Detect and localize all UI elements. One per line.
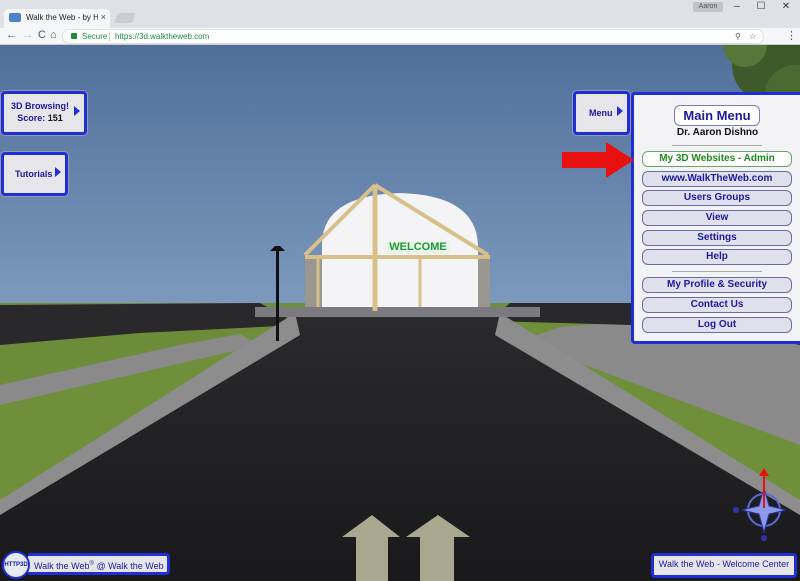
menu-item-view[interactable]: View xyxy=(642,210,792,226)
tutorials-button[interactable]: Tutorials xyxy=(1,152,68,196)
main-menu-panel: Main Menu Dr. Aaron Dishno My 3D Website… xyxy=(631,92,800,344)
menu-item-help[interactable]: Help xyxy=(642,249,792,265)
score-label: Score: xyxy=(17,113,46,123)
walk-the-web-link[interactable]: Walk the Web® @ Walk the Web xyxy=(28,553,170,575)
minimize-icon[interactable]: – xyxy=(727,1,747,12)
main-menu-title[interactable]: Main Menu xyxy=(674,105,760,126)
expand-arrow-icon xyxy=(617,106,623,116)
menu-divider xyxy=(672,145,762,146)
url-text[interactable]: https://3d.walktheweb.com xyxy=(115,30,209,43)
menu-item-users-groups[interactable]: Users Groups xyxy=(642,190,792,206)
home-icon[interactable]: ⌂ xyxy=(50,29,57,41)
score-panel[interactable]: 3D Browsing! Score: 151 xyxy=(1,91,87,135)
address-bar[interactable]: Secure https://3d.walktheweb.com ⚲ ☆ xyxy=(62,29,764,44)
tab-title: Walk the Web - by HTTP xyxy=(26,13,98,22)
back-icon[interactable]: ← xyxy=(6,29,17,41)
lock-icon xyxy=(71,33,77,39)
menu-item-profile-security[interactable]: My Profile & Security xyxy=(642,277,792,293)
menu-button[interactable]: Menu xyxy=(573,91,630,135)
menu-item-walktheweb[interactable]: www.WalkTheWeb.com xyxy=(642,171,792,187)
menu-item-log-out[interactable]: Log Out xyxy=(642,317,792,333)
secure-label: Secure xyxy=(82,32,108,41)
score-line: Score: 151 xyxy=(4,113,76,123)
profile-chip[interactable]: Aaron xyxy=(693,2,723,12)
browser-tab-strip: Walk the Web - by HTTP × Aaron – ☐ ✕ xyxy=(0,0,800,28)
menu-item-settings[interactable]: Settings xyxy=(642,230,792,246)
site-favicon-icon xyxy=(9,13,21,22)
reload-icon[interactable]: C xyxy=(38,29,46,41)
menu-item-contact-us[interactable]: Contact Us xyxy=(642,297,792,313)
new-tab-button[interactable] xyxy=(114,13,136,23)
walk-text: Walk the Web xyxy=(34,561,90,571)
location-icon[interactable]: ⚲ xyxy=(735,30,741,43)
expand-arrow-icon xyxy=(55,167,61,177)
expand-arrow-icon xyxy=(74,106,80,116)
browser-tab[interactable]: Walk the Web - by HTTP × xyxy=(4,9,110,28)
walk-suffix: @ Walk the Web xyxy=(93,561,164,571)
welcome-sign: WELCOME xyxy=(389,241,447,253)
highlight-arrow-icon xyxy=(562,142,634,178)
close-window-icon[interactable]: ✕ xyxy=(776,1,796,12)
tutorials-label: Tutorials xyxy=(15,169,53,179)
browser-menu-icon[interactable]: ⋮ xyxy=(786,29,797,42)
score-value: 151 xyxy=(47,113,63,123)
forward-icon[interactable]: → xyxy=(22,29,33,41)
building-plaza xyxy=(255,307,540,317)
location-label: Walk the Web - Welcome Center xyxy=(651,553,797,578)
menu-item-my-3d-websites-admin[interactable]: My 3D Websites - Admin xyxy=(642,151,792,167)
user-name: Dr. Aaron Dishno xyxy=(676,127,759,138)
http3d-logo[interactable]: HTTP3D xyxy=(2,551,30,579)
url-divider xyxy=(109,32,110,41)
maximize-icon[interactable]: ☐ xyxy=(751,1,771,12)
menu-divider xyxy=(672,271,762,272)
menu-label: Menu xyxy=(589,108,613,118)
bookmark-star-icon[interactable]: ☆ xyxy=(749,30,756,43)
site-footer-bar[interactable]: Walk the Web® @ Walk the Web HTTP3D xyxy=(0,551,172,579)
tab-close-icon[interactable]: × xyxy=(101,12,106,22)
browser-toolbar: ← → C ⌂ Secure https://3d.walktheweb.com… xyxy=(0,28,800,45)
browsing-title: 3D Browsing! xyxy=(10,101,69,111)
